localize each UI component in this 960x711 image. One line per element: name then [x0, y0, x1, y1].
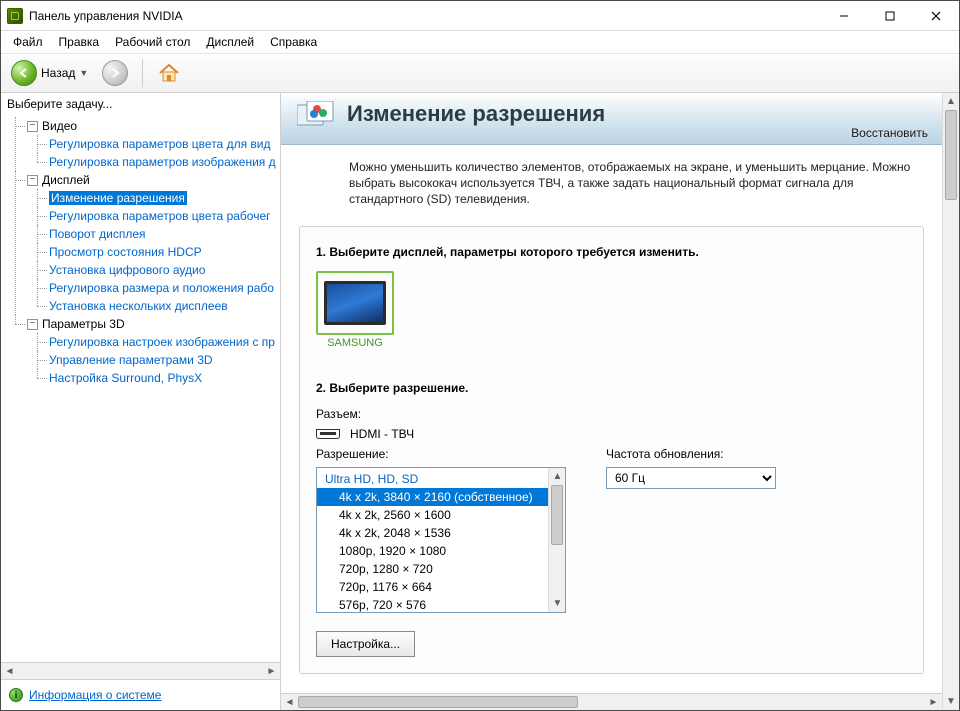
scroll-up-icon[interactable]: ▲: [549, 468, 566, 485]
window-controls: [821, 1, 959, 30]
tree-item-size-position[interactable]: Регулировка размера и положения рабо: [49, 281, 274, 295]
menu-file[interactable]: Файл: [5, 33, 51, 51]
close-button[interactable]: [913, 1, 959, 30]
resolution-list-items: Ultra HD, HD, SD 4k x 2k, 3840 × 2160 (с…: [317, 468, 548, 612]
resolution-banner-icon: [297, 101, 337, 135]
nvidia-app-icon: [7, 8, 23, 24]
task-header: Выберите задачу...: [1, 93, 280, 115]
nav-forward-button[interactable]: [98, 58, 132, 88]
scroll-track[interactable]: [578, 694, 925, 710]
collapse-icon[interactable]: −: [27, 121, 38, 132]
scroll-right-icon[interactable]: ►: [925, 694, 942, 710]
menu-edit[interactable]: Правка: [51, 33, 108, 51]
scroll-thumb[interactable]: [945, 110, 957, 200]
resolution-group: Ultra HD, HD, SD: [317, 470, 548, 488]
scroll-thumb[interactable]: [551, 485, 563, 545]
refresh-label: Частота обновления:: [606, 447, 776, 461]
nav-back-label: Назад: [41, 66, 75, 80]
window-title: Панель управления NVIDIA: [29, 9, 821, 23]
main: Изменение разрешения Восстановить Можно …: [281, 93, 959, 710]
scroll-down-icon[interactable]: ▼: [549, 595, 566, 612]
resolution-option[interactable]: 720p, 1176 × 664: [317, 578, 548, 596]
collapse-icon[interactable]: −: [27, 319, 38, 330]
resolution-option[interactable]: 4k x 2k, 2560 × 1600: [317, 506, 548, 524]
system-info-link[interactable]: Информация о системе: [29, 688, 161, 702]
tree-item-video-image[interactable]: Регулировка параметров изображения д: [49, 155, 276, 169]
resolution-option[interactable]: 1080p, 1920 × 1080: [317, 542, 548, 560]
tree-item-surround[interactable]: Настройка Surround, PhysX: [49, 371, 202, 385]
connector-row: HDMI - ТВЧ: [316, 427, 907, 441]
nav-home-button[interactable]: [153, 59, 185, 87]
resolution-option[interactable]: 4k x 2k, 2048 × 1536: [317, 524, 548, 542]
listbox-scrollbar[interactable]: ▲ ▼: [548, 468, 565, 612]
resolution-option[interactable]: 720p, 1280 × 720: [317, 560, 548, 578]
tree-item-3d-manage[interactable]: Управление параметрами 3D: [49, 353, 213, 367]
monitor-icon: [316, 271, 394, 335]
task-tree: − Видео Регулировка параметров цвета для…: [1, 115, 280, 662]
toolbar-separator: [142, 59, 143, 87]
tree-item-video-color[interactable]: Регулировка параметров цвета для вид: [49, 137, 270, 151]
tree-item-desktop-color[interactable]: Регулировка параметров цвета рабочег: [49, 209, 271, 223]
forward-arrow-icon: [102, 60, 128, 86]
content-hscrollbar[interactable]: ◄ ►: [281, 693, 942, 710]
tree-item-rotate-display[interactable]: Поворот дисплея: [49, 227, 146, 241]
collapse-icon[interactable]: −: [27, 175, 38, 186]
menu-display[interactable]: Дисплей: [198, 33, 262, 51]
toolbar: Назад ▼: [1, 53, 959, 93]
tree-group-3d[interactable]: − Параметры 3D: [27, 315, 280, 333]
sidebar-footer: i Информация о системе: [1, 679, 280, 710]
scroll-right-icon[interactable]: ►: [263, 663, 280, 680]
refresh-rate-select[interactable]: 60 Гц: [606, 467, 776, 489]
tree-item-change-resolution[interactable]: Изменение разрешения: [49, 191, 187, 205]
sidebar: Выберите задачу... − Видео Регулировка п…: [1, 93, 281, 710]
display-name: SAMSUNG: [316, 337, 394, 349]
home-icon: [157, 61, 181, 85]
page-description: Можно уменьшить количество элементов, от…: [281, 145, 942, 218]
tree-item-hdcp-status[interactable]: Просмотр состояния HDCP: [49, 245, 202, 259]
tree-item-multi-displays[interactable]: Установка нескольких дисплеев: [49, 299, 228, 313]
scroll-track[interactable]: [549, 545, 565, 595]
connector-value: HDMI - ТВЧ: [350, 427, 414, 441]
tree-item-digital-audio[interactable]: Установка цифрового аудио: [49, 263, 205, 277]
scroll-left-icon[interactable]: ◄: [281, 694, 298, 710]
resolution-label: Разрешение:: [316, 447, 566, 461]
resolution-option[interactable]: 576p, 720 × 576: [317, 596, 548, 612]
settings-panel: 1. Выберите дисплей, параметры которого …: [299, 226, 924, 674]
menu-desktop[interactable]: Рабочий стол: [107, 33, 198, 51]
scroll-left-icon[interactable]: ◄: [1, 663, 18, 680]
resolution-listbox[interactable]: Ultra HD, HD, SD 4k x 2k, 3840 × 2160 (с…: [316, 467, 566, 613]
tree-group-video[interactable]: − Видео: [27, 117, 280, 135]
page-banner: Изменение разрешения Восстановить: [281, 93, 942, 145]
resolution-option[interactable]: 4k x 2k, 3840 × 2160 (собственное): [317, 488, 548, 506]
scroll-up-icon[interactable]: ▲: [943, 93, 959, 110]
step1-label: 1. Выберите дисплей, параметры которого …: [316, 245, 907, 259]
info-icon: i: [9, 688, 23, 702]
menubar: Файл Правка Рабочий стол Дисплей Справка: [1, 31, 959, 53]
content: Изменение разрешения Восстановить Можно …: [281, 93, 942, 710]
scroll-track[interactable]: [943, 200, 959, 693]
back-arrow-icon: [11, 60, 37, 86]
content-vscrollbar[interactable]: ▲ ▼: [942, 93, 959, 710]
back-dropdown-icon[interactable]: ▼: [79, 68, 88, 78]
titlebar: Панель управления NVIDIA: [1, 1, 959, 31]
restore-defaults-link[interactable]: Восстановить: [851, 126, 928, 140]
hdmi-icon: [316, 429, 340, 439]
maximize-button[interactable]: [867, 1, 913, 30]
sidebar-hscrollbar[interactable]: ◄ ►: [1, 662, 280, 679]
tree-item-3d-image[interactable]: Регулировка настроек изображения с пр: [49, 335, 275, 349]
step2-label: 2. Выберите разрешение.: [316, 381, 907, 395]
connector-label: Разъем:: [316, 407, 907, 421]
page-title: Изменение разрешения: [347, 101, 605, 127]
body: Выберите задачу... − Видео Регулировка п…: [1, 93, 959, 710]
display-selector[interactable]: SAMSUNG: [316, 271, 394, 349]
minimize-button[interactable]: [821, 1, 867, 30]
customize-button[interactable]: Настройка...: [316, 631, 415, 657]
tree-group-display[interactable]: − Дисплей: [27, 171, 280, 189]
app-window: Панель управления NVIDIA Файл Правка Раб…: [0, 0, 960, 711]
menu-help[interactable]: Справка: [262, 33, 325, 51]
scroll-down-icon[interactable]: ▼: [943, 693, 959, 710]
scroll-thumb[interactable]: [298, 696, 578, 708]
nav-back-button[interactable]: Назад ▼: [7, 58, 92, 88]
